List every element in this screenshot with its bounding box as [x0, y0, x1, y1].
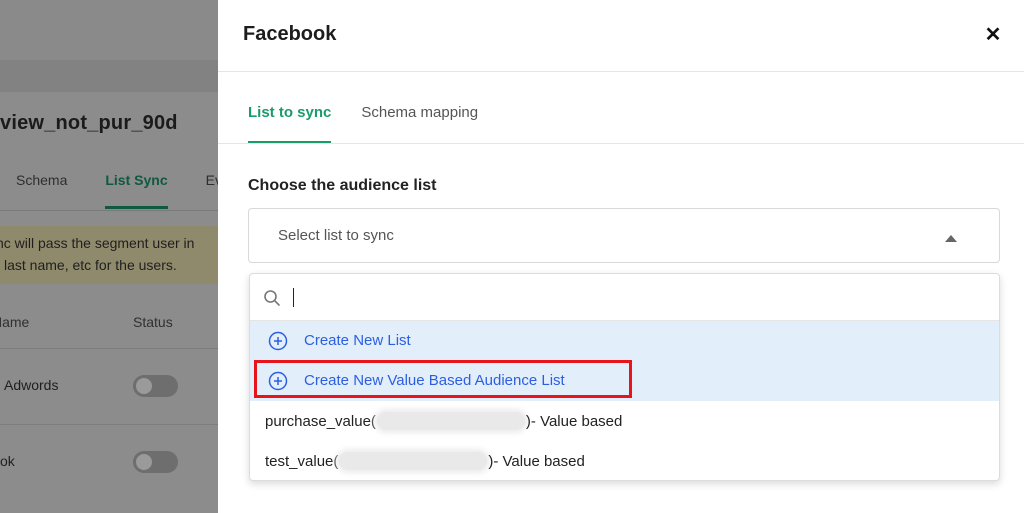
- option-create-new-list[interactable]: Create New List: [250, 321, 999, 361]
- plus-circle-icon: [268, 371, 288, 391]
- tab-schema-mapping[interactable]: Schema mapping: [361, 104, 478, 131]
- background-notice-line2: last name, etc for the users.: [4, 257, 177, 273]
- background-toggle-adwords: [133, 375, 178, 397]
- background-divider: [0, 210, 218, 211]
- option-prefix: test_value(: [265, 453, 339, 470]
- dropdown-search-row: [250, 274, 999, 321]
- option-prefix: purchase_value(: [265, 413, 376, 430]
- background-header: [0, 0, 218, 60]
- drawer-title: Facebook: [243, 23, 337, 45]
- background-row-adwords-label: Adwords: [4, 377, 59, 393]
- option-purchase-value[interactable]: purchase_value( )- Value based: [250, 401, 999, 441]
- option-label: Create New Value Based Audience List: [304, 372, 565, 389]
- close-icon[interactable]: ✕: [984, 24, 1002, 46]
- tabs-divider: [218, 143, 1024, 144]
- search-icon: [264, 290, 280, 306]
- background-subheader: [0, 60, 218, 92]
- background-tab-list-sync: List Sync: [105, 172, 168, 209]
- plus-circle-icon: [268, 331, 288, 351]
- drawer-header: Facebook ✕: [218, 0, 1024, 72]
- redacted-id: [376, 412, 525, 430]
- facebook-drawer: Facebook ✕ List to sync Schema mapping C…: [218, 0, 1024, 513]
- background-header-status: Status: [133, 314, 173, 330]
- background-header-name: Name: [0, 314, 30, 330]
- background-tab-schema: Schema: [16, 172, 68, 188]
- option-label: Create New List: [304, 332, 411, 349]
- option-test-value[interactable]: test_value( )- Value based: [250, 441, 999, 481]
- background-segment-title: view_not_pur_90d: [0, 112, 178, 134]
- background-row-facebook-label: ok: [0, 453, 15, 469]
- select-placeholder: Select list to sync: [278, 227, 394, 244]
- audience-list-label: Choose the audience list: [248, 177, 437, 194]
- background-row-divider: [0, 424, 218, 425]
- redacted-id: [339, 452, 488, 470]
- background-page: view_not_pur_90d Schema List Sync Eve nc…: [0, 0, 218, 513]
- option-label: test_value( )- Value based: [265, 452, 585, 470]
- option-label: purchase_value( )- Value based: [265, 412, 622, 430]
- audience-list-select[interactable]: Select list to sync: [248, 208, 1000, 263]
- option-suffix: )- Value based: [488, 453, 585, 470]
- background-tab-events: Eve: [205, 172, 218, 188]
- caret-up-icon: [945, 235, 957, 242]
- background-notice: nc will pass the segment user in last na…: [0, 226, 218, 284]
- background-notice-line1: nc will pass the segment user in: [0, 235, 195, 251]
- text-cursor: [293, 288, 294, 307]
- background-tabs: Schema List Sync Eve: [16, 172, 218, 209]
- option-suffix: )- Value based: [525, 413, 623, 430]
- option-create-value-based-list[interactable]: Create New Value Based Audience List: [250, 361, 999, 401]
- dropdown-search-input[interactable]: [290, 285, 980, 311]
- audience-list-dropdown: Create New List Create New Value Based A…: [249, 273, 1000, 481]
- tab-list-to-sync[interactable]: List to sync: [248, 104, 332, 144]
- background-row-divider: [0, 348, 218, 349]
- background-toggle-facebook: [133, 451, 178, 473]
- drawer-tabs: List to sync Schema mapping: [248, 104, 478, 144]
